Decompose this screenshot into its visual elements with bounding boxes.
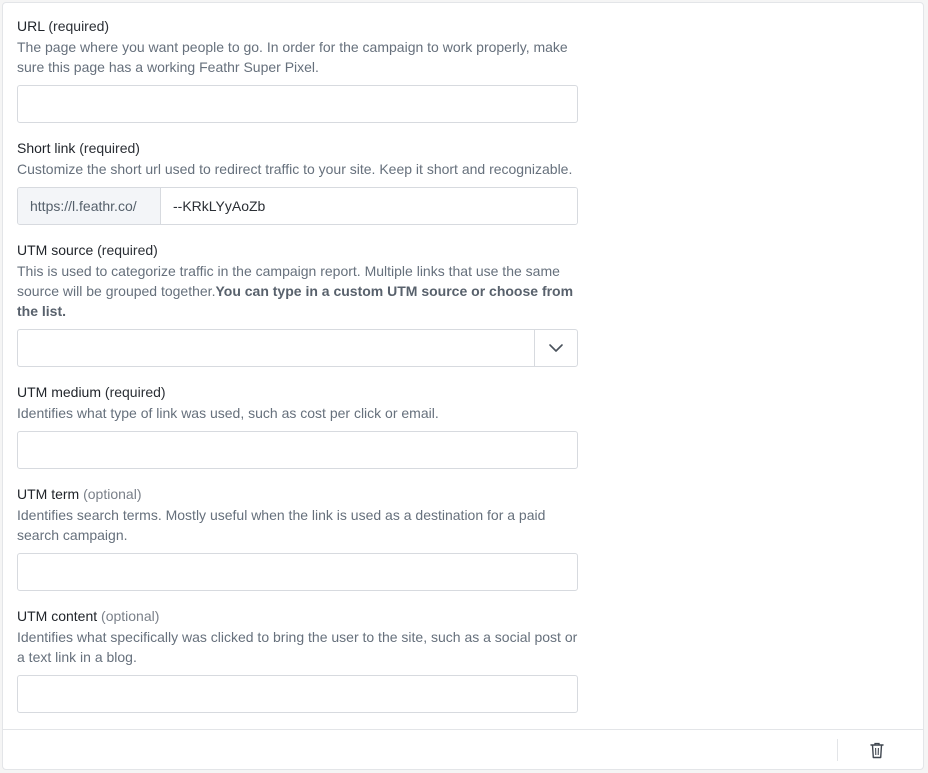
url-field-group: URL (required) The page where you want p…: [17, 17, 578, 123]
utm-source-value[interactable]: [18, 330, 534, 366]
short-link-label: Short link (required): [17, 139, 578, 157]
utm-source-dropdown-toggle[interactable]: [534, 330, 577, 366]
utm-term-input[interactable]: [17, 553, 578, 591]
utm-medium-required-tag: (required): [104, 384, 166, 400]
url-label-text: URL: [17, 18, 45, 34]
utm-term-field-group: UTM term (optional) Identifies search te…: [17, 485, 578, 591]
url-input[interactable]: [17, 85, 578, 123]
delete-button[interactable]: [865, 739, 889, 761]
utm-source-description: This is used to categorize traffic in th…: [17, 261, 578, 321]
utm-medium-field-group: UTM medium (required) Identifies what ty…: [17, 383, 578, 469]
link-card: URL (required) The page where you want p…: [2, 2, 924, 770]
utm-source-label: UTM source (required): [17, 241, 578, 259]
utm-source-label-text: UTM source: [17, 242, 94, 258]
short-link-required-tag: (required): [79, 140, 140, 156]
utm-medium-description: Identifies what type of link was used, s…: [17, 405, 439, 421]
utm-content-label-text: UTM content: [17, 608, 98, 624]
trash-icon: [870, 742, 884, 758]
utm-term-description: Identifies search terms. Mostly useful w…: [17, 507, 546, 543]
url-description: The page where you want people to go. In…: [17, 39, 568, 75]
url-required-tag: (required): [48, 18, 110, 34]
utm-term-optional-tag: (optional): [83, 486, 142, 502]
utm-source-select[interactable]: [17, 329, 578, 367]
url-label: URL (required): [17, 17, 578, 35]
short-link-prefix: https://l.feathr.co/: [18, 188, 161, 224]
utm-medium-input[interactable]: [17, 431, 578, 469]
short-link-description: Customize the short url used to redirect…: [17, 161, 573, 177]
utm-medium-label-text: UTM medium: [17, 384, 102, 400]
utm-medium-label: UTM medium (required): [17, 383, 578, 401]
chevron-down-icon: [549, 344, 563, 352]
link-form: URL (required) The page where you want p…: [17, 17, 578, 713]
utm-content-field-group: UTM content (optional) Identifies what s…: [17, 607, 578, 713]
utm-content-input[interactable]: [17, 675, 578, 713]
utm-term-label-text: UTM term: [17, 486, 80, 502]
utm-content-label: UTM content (optional): [17, 607, 578, 625]
utm-content-description: Identifies what specifically was clicked…: [17, 629, 578, 665]
card-footer: [3, 729, 923, 769]
short-link-input[interactable]: [161, 188, 577, 224]
short-link-field-group: Short link (required) Customize the shor…: [17, 139, 578, 225]
footer-divider: [837, 739, 838, 761]
utm-source-field-group: UTM source (required) This is used to ca…: [17, 241, 578, 367]
utm-term-label: UTM term (optional): [17, 485, 578, 503]
short-link-label-text: Short link: [17, 140, 76, 156]
short-link-input-group: https://l.feathr.co/: [17, 187, 578, 225]
utm-content-optional-tag: (optional): [101, 608, 160, 624]
utm-source-required-tag: (required): [97, 242, 158, 258]
